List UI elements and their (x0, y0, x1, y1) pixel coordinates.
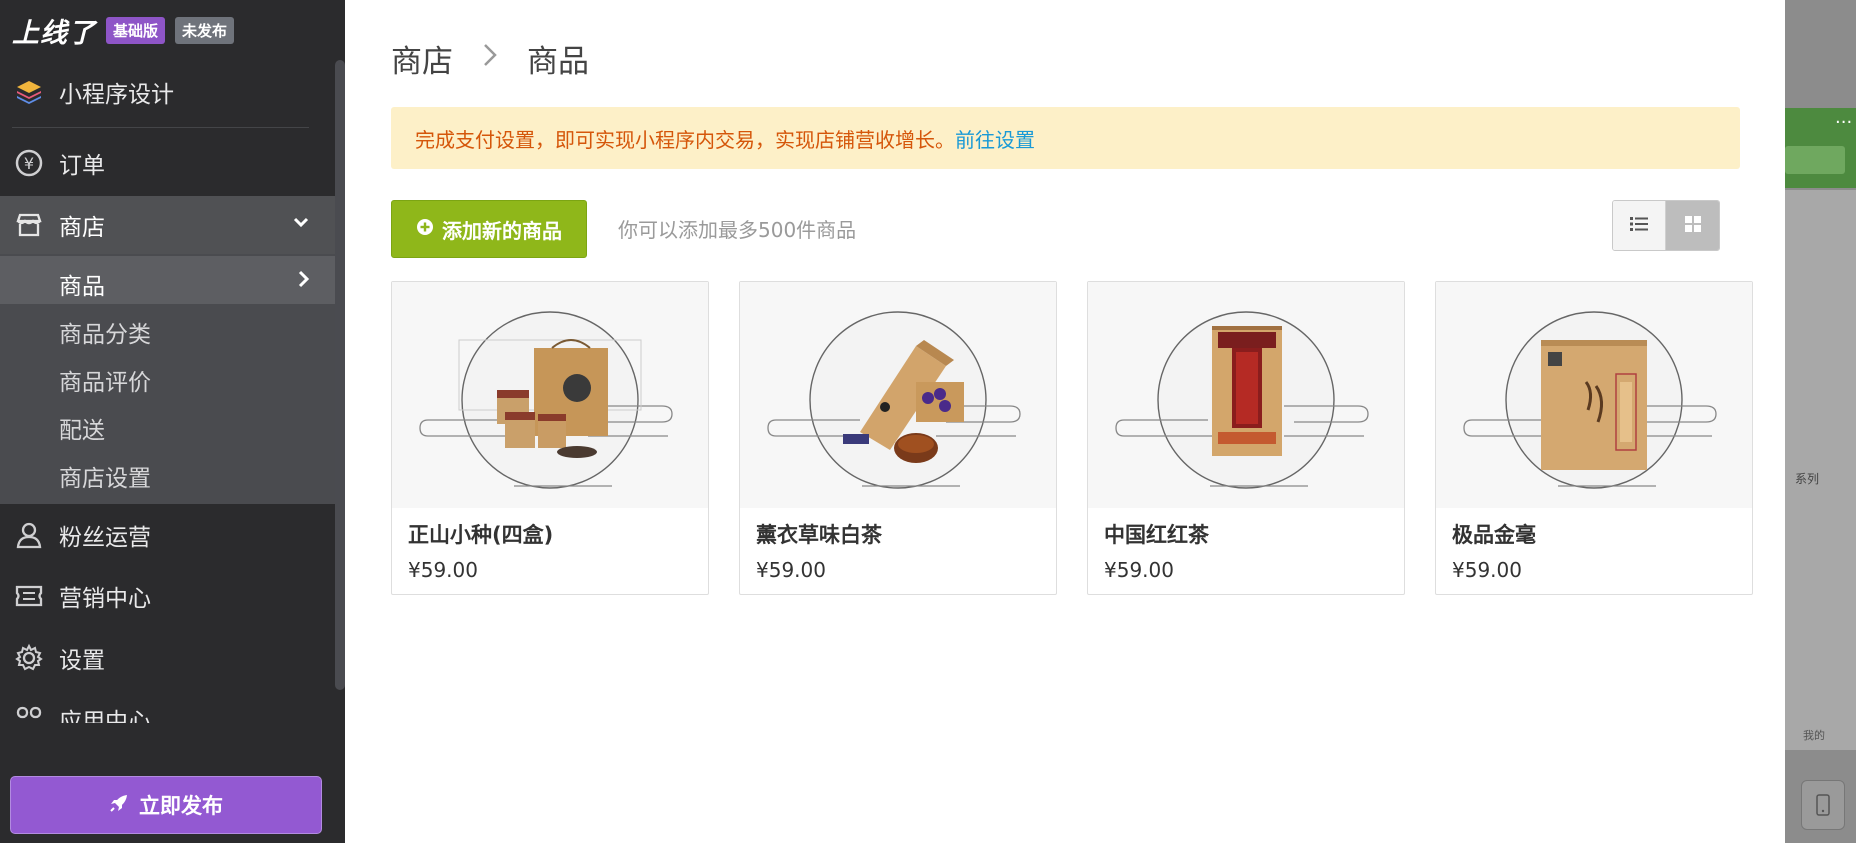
view-toggle (1612, 200, 1720, 251)
user-icon (14, 520, 44, 550)
product-image (1436, 282, 1752, 508)
status-badge: 未发布 (175, 16, 235, 44)
breadcrumb-shop[interactable]: 商店 (391, 36, 453, 81)
product-price: ¥59.00 (756, 558, 826, 582)
sidebar-subitem-categories[interactable]: 商品分类 (59, 315, 151, 349)
sidebar-item-fans[interactable]: 粉丝运营 (0, 513, 335, 557)
product-name: 正山小种(四盒) (408, 523, 554, 547)
product-image (740, 282, 1056, 508)
plus-circle-icon (416, 217, 434, 241)
svg-text:¥: ¥ (24, 154, 34, 173)
yen-circle-icon: ¥ (14, 148, 44, 178)
chevron-down-icon (291, 212, 311, 238)
notice-text: 完成支付设置，即可实现小程序内交易，实现店铺营收增长。 (415, 127, 955, 152)
sidebar-item-design[interactable]: 小程序设计 (0, 70, 335, 114)
publish-button[interactable]: 立即发布 (10, 776, 322, 834)
mobile-preview-panel: ··· 系列 我的 (1785, 0, 1856, 843)
sidebar-item-label: 订单 (59, 153, 105, 179)
sidebar-subitem-shop-settings[interactable]: 商店设置 (59, 459, 151, 493)
brand: 上线了 基础版 未发布 (12, 11, 235, 50)
product-name: 中国红红茶 (1104, 523, 1209, 547)
store-icon (14, 210, 44, 240)
grid-view-button[interactable] (1666, 201, 1719, 250)
sidebar-subitem-products[interactable]: 商品 (59, 267, 105, 301)
product-price: ¥59.00 (1104, 558, 1174, 582)
chevron-right-icon (481, 41, 499, 76)
rocket-icon (109, 793, 129, 818)
product-card[interactable]: 薰衣草味白茶 ¥59.00 (739, 281, 1057, 595)
more-dots-icon[interactable]: ··· (1835, 112, 1852, 133)
preview-search-bar (1785, 146, 1845, 174)
ticket-icon (14, 581, 44, 611)
sidebar-item-label: 营销中心 (59, 586, 151, 612)
product-image (1088, 282, 1404, 508)
sidebar-item-settings[interactable]: 设置 (0, 636, 335, 680)
preview-nav-label: 我的 (1803, 729, 1825, 742)
product-card[interactable]: 中国红红茶 ¥59.00 (1087, 281, 1405, 595)
product-price: ¥59.00 (1452, 558, 1522, 582)
layers-icon (14, 77, 44, 107)
product-name: 极品金毫 (1452, 523, 1536, 547)
apps-icon (14, 704, 44, 723)
publish-label: 立即发布 (139, 794, 223, 818)
gear-icon (14, 643, 44, 673)
sidebar: 上线了 基础版 未发布 小程序设计 ¥ 订单 商店 商品 商品分类 商品评价 配… (0, 0, 345, 843)
sidebar-item-label: 小程序设计 (59, 82, 174, 108)
preview-series-label: 系列 (1795, 472, 1820, 486)
sidebar-subitem-reviews[interactable]: 商品评价 (59, 363, 151, 397)
sidebar-item-shop[interactable]: 商店 (0, 202, 335, 248)
chevron-right-icon (293, 269, 313, 293)
sidebar-item-label: 应用中心 (59, 709, 151, 723)
main-content: 商店 商品 完成支付设置，即可实现小程序内交易，实现店铺营收增长。 前往设置 添… (345, 0, 1785, 843)
active-sub-item-bg (0, 256, 335, 304)
list-icon (1629, 215, 1649, 237)
product-price: ¥59.00 (408, 558, 478, 582)
product-name: 薰衣草味白茶 (756, 523, 882, 547)
sidebar-clip: 应用中心 (0, 695, 335, 723)
list-view-button[interactable] (1613, 201, 1667, 250)
payment-notice: 完成支付设置，即可实现小程序内交易，实现店铺营收增长。 前往设置 (391, 107, 1740, 169)
breadcrumb-products: 商品 (527, 44, 589, 80)
product-image (392, 282, 708, 508)
product-card[interactable]: 极品金毫 ¥59.00 (1435, 281, 1753, 595)
brand-logo[interactable]: 上线了 (12, 11, 96, 50)
add-product-button[interactable]: 添加新的商品 (391, 200, 587, 258)
sidebar-item-apps[interactable]: 应用中心 (0, 697, 335, 723)
sidebar-scrollbar[interactable] (335, 60, 345, 690)
sidebar-item-label: 粉丝运营 (59, 525, 151, 551)
add-product-label: 添加新的商品 (442, 218, 562, 243)
sidebar-item-label: 商店 (59, 215, 105, 241)
sidebar-subitem-delivery[interactable]: 配送 (59, 411, 105, 445)
notice-link[interactable]: 前往设置 (955, 124, 1035, 153)
sidebar-item-label: 设置 (59, 648, 105, 674)
product-card[interactable]: 正山小种(四盒) ¥59.00 (391, 281, 709, 595)
add-product-hint: 你可以添加最多500件商品 (618, 218, 857, 242)
sidebar-item-marketing[interactable]: 营销中心 (0, 574, 335, 618)
grid-icon (1684, 215, 1702, 237)
breadcrumb: 商店 商品 (391, 36, 589, 81)
divider (12, 127, 309, 128)
plan-badge: 基础版 (106, 16, 166, 44)
phone-icon[interactable] (1801, 780, 1845, 830)
sidebar-item-orders[interactable]: ¥ 订单 (0, 141, 335, 185)
